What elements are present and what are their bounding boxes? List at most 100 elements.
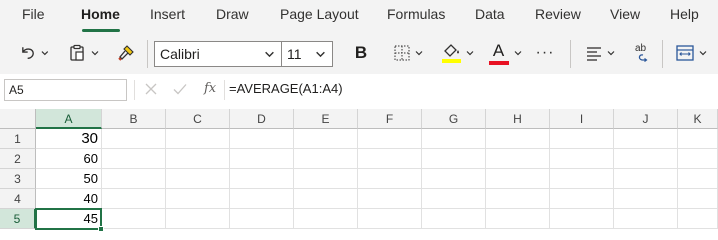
cell-i2[interactable]: [550, 149, 614, 169]
tab-view[interactable]: View: [610, 6, 640, 22]
cell-a1[interactable]: 30: [36, 129, 102, 149]
cell-b5[interactable]: [102, 209, 166, 229]
column-header-c[interactable]: C: [166, 109, 230, 129]
cell-i1[interactable]: [550, 129, 614, 149]
cell-h5[interactable]: [486, 209, 550, 229]
cell-b3[interactable]: [102, 169, 166, 189]
cell-e2[interactable]: [294, 149, 358, 169]
wrap-text-button[interactable]: [670, 37, 712, 69]
cell-e5[interactable]: [294, 209, 358, 229]
cell-g5[interactable]: [422, 209, 486, 229]
cell-d3[interactable]: [230, 169, 294, 189]
cell-j4[interactable]: [614, 189, 678, 209]
column-header-i[interactable]: I: [550, 109, 614, 129]
fill-handle[interactable]: [98, 226, 104, 232]
cell-h2[interactable]: [486, 149, 550, 169]
cell-k4[interactable]: [678, 189, 718, 209]
column-header-f[interactable]: F: [358, 109, 422, 129]
row-header-2[interactable]: 2: [0, 149, 36, 169]
cell-f2[interactable]: [358, 149, 422, 169]
tab-formulas[interactable]: Formulas: [387, 6, 445, 22]
cell-j2[interactable]: [614, 149, 678, 169]
font-name-dropdown[interactable]: Calibri: [154, 41, 282, 67]
tab-review[interactable]: Review: [535, 6, 581, 22]
cell-i5[interactable]: [550, 209, 614, 229]
cell-g1[interactable]: [422, 129, 486, 149]
cell-g4[interactable]: [422, 189, 486, 209]
cell-j5[interactable]: [614, 209, 678, 229]
row-header-1[interactable]: 1: [0, 129, 36, 149]
cell-c5[interactable]: [166, 209, 230, 229]
bold-button[interactable]: B: [348, 37, 374, 69]
cell-e1[interactable]: [294, 129, 358, 149]
paste-button[interactable]: [64, 37, 102, 69]
align-button[interactable]: [580, 37, 620, 69]
more-options-button[interactable]: ···: [530, 37, 560, 69]
cell-f1[interactable]: [358, 129, 422, 149]
fill-color-button[interactable]: [437, 37, 477, 69]
cell-a4[interactable]: 40: [36, 189, 102, 209]
cell-a2[interactable]: 60: [36, 149, 102, 169]
cell-j3[interactable]: [614, 169, 678, 189]
tab-data[interactable]: Data: [475, 6, 505, 22]
name-box[interactable]: A5: [4, 79, 127, 101]
format-painter-button[interactable]: [112, 37, 140, 69]
cell-d5[interactable]: [230, 209, 294, 229]
insert-function-icon[interactable]: fx: [204, 81, 216, 96]
spelling-button[interactable]: ab: [628, 37, 656, 69]
column-header-a[interactable]: A: [36, 109, 102, 129]
row-header-3[interactable]: 3: [0, 169, 36, 189]
column-header-j[interactable]: J: [614, 109, 678, 129]
cell-b1[interactable]: [102, 129, 166, 149]
cell-b4[interactable]: [102, 189, 166, 209]
row-header-5[interactable]: 5: [0, 209, 36, 229]
cell-g3[interactable]: [422, 169, 486, 189]
cell-k2[interactable]: [678, 149, 718, 169]
cell-k3[interactable]: [678, 169, 718, 189]
cell-h1[interactable]: [486, 129, 550, 149]
cell-d4[interactable]: [230, 189, 294, 209]
cell-c2[interactable]: [166, 149, 230, 169]
cell-i4[interactable]: [550, 189, 614, 209]
column-header-k[interactable]: K: [678, 109, 718, 129]
cell-k5[interactable]: [678, 209, 718, 229]
cell-h4[interactable]: [486, 189, 550, 209]
undo-button[interactable]: [18, 37, 50, 69]
cell-h3[interactable]: [486, 169, 550, 189]
cell-i3[interactable]: [550, 169, 614, 189]
cell-f3[interactable]: [358, 169, 422, 189]
cell-e3[interactable]: [294, 169, 358, 189]
cell-j1[interactable]: [614, 129, 678, 149]
column-header-b[interactable]: B: [102, 109, 166, 129]
cell-g2[interactable]: [422, 149, 486, 169]
cell-d2[interactable]: [230, 149, 294, 169]
cell-f4[interactable]: [358, 189, 422, 209]
tab-draw[interactable]: Draw: [216, 6, 249, 22]
select-all-corner[interactable]: [0, 109, 36, 129]
column-header-h[interactable]: H: [486, 109, 550, 129]
column-header-e[interactable]: E: [294, 109, 358, 129]
enter-check-icon[interactable]: [172, 81, 188, 97]
column-header-g[interactable]: G: [422, 109, 486, 129]
formula-input[interactable]: =AVERAGE(A1:A4): [229, 81, 343, 96]
tab-help[interactable]: Help: [670, 6, 699, 22]
cancel-icon[interactable]: [143, 81, 159, 97]
borders-button[interactable]: [388, 37, 428, 69]
cell-k1[interactable]: [678, 129, 718, 149]
cell-e4[interactable]: [294, 189, 358, 209]
tab-page-layout[interactable]: Page Layout: [280, 6, 359, 22]
cell-c1[interactable]: [166, 129, 230, 149]
font-color-button[interactable]: A: [485, 37, 525, 69]
cell-f5[interactable]: [358, 209, 422, 229]
cell-b2[interactable]: [102, 149, 166, 169]
column-header-d[interactable]: D: [230, 109, 294, 129]
tab-file[interactable]: File: [22, 6, 45, 22]
cell-c4[interactable]: [166, 189, 230, 209]
cell-a3[interactable]: 50: [36, 169, 102, 189]
tab-insert[interactable]: Insert: [150, 6, 185, 22]
tab-home[interactable]: Home: [81, 6, 120, 22]
cell-d1[interactable]: [230, 129, 294, 149]
row-header-4[interactable]: 4: [0, 189, 36, 209]
font-size-dropdown[interactable]: 11: [281, 41, 333, 67]
cell-c3[interactable]: [166, 169, 230, 189]
